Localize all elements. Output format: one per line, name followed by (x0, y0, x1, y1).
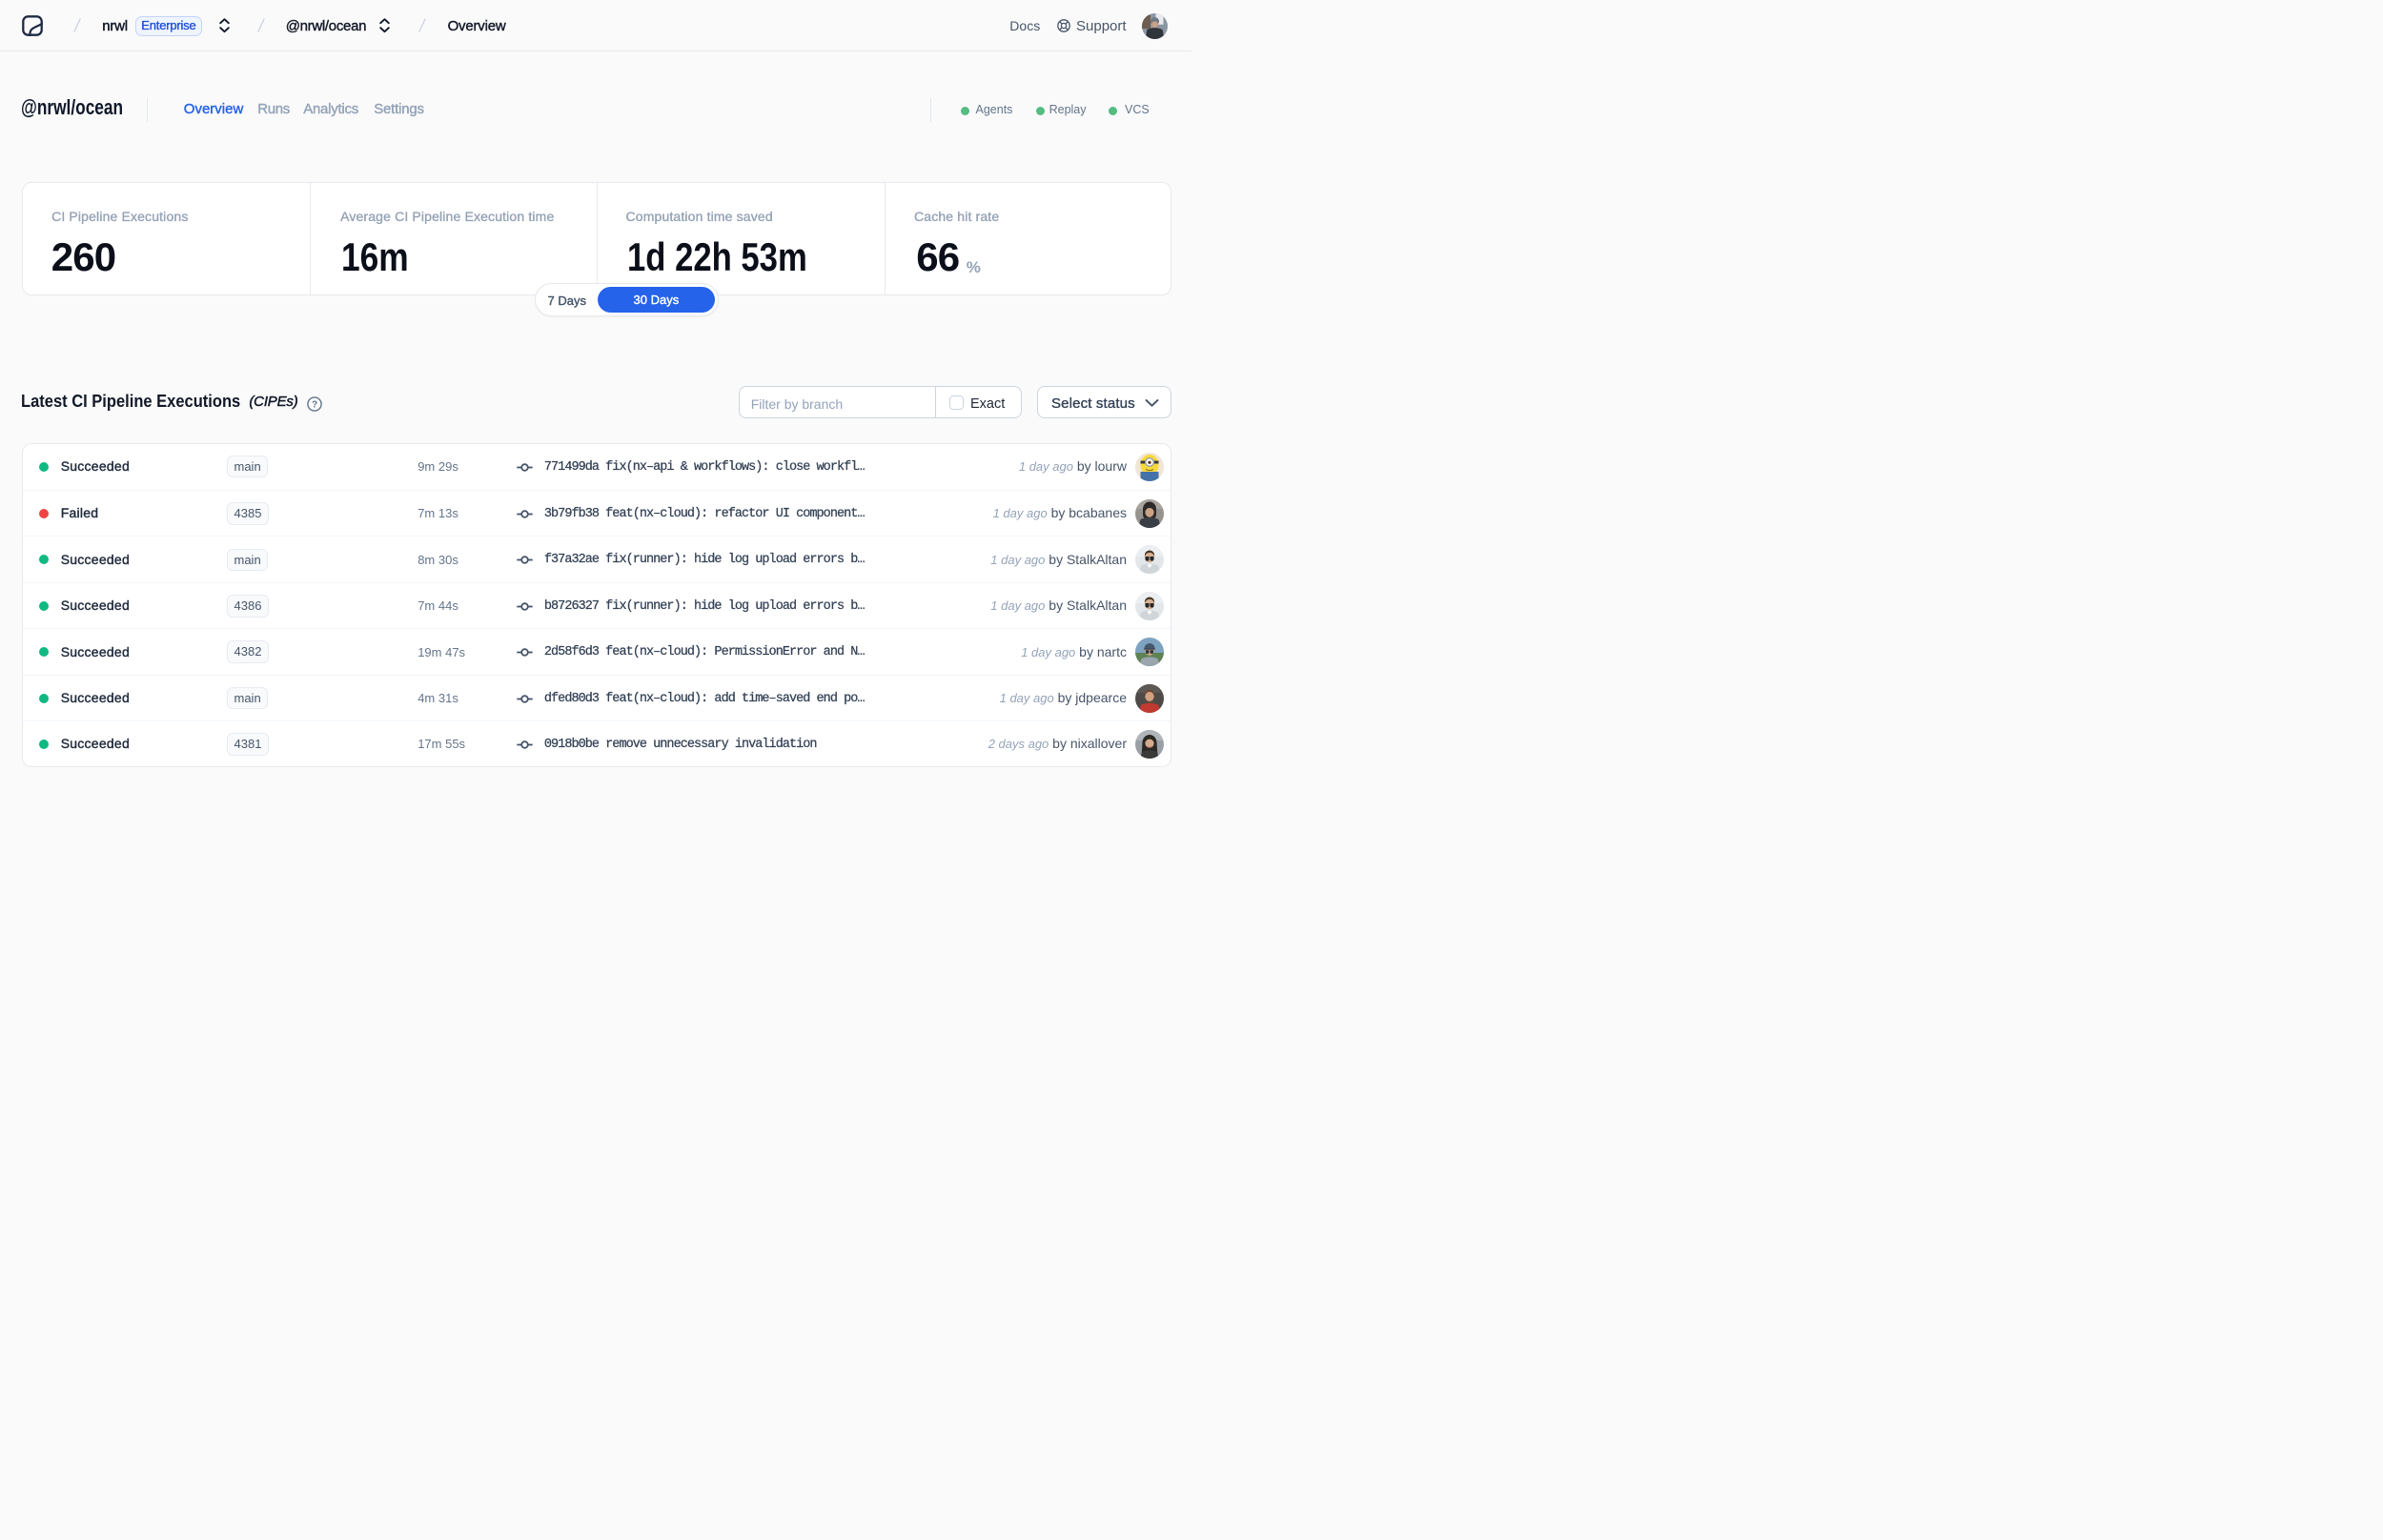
svg-text:?: ? (311, 399, 316, 410)
